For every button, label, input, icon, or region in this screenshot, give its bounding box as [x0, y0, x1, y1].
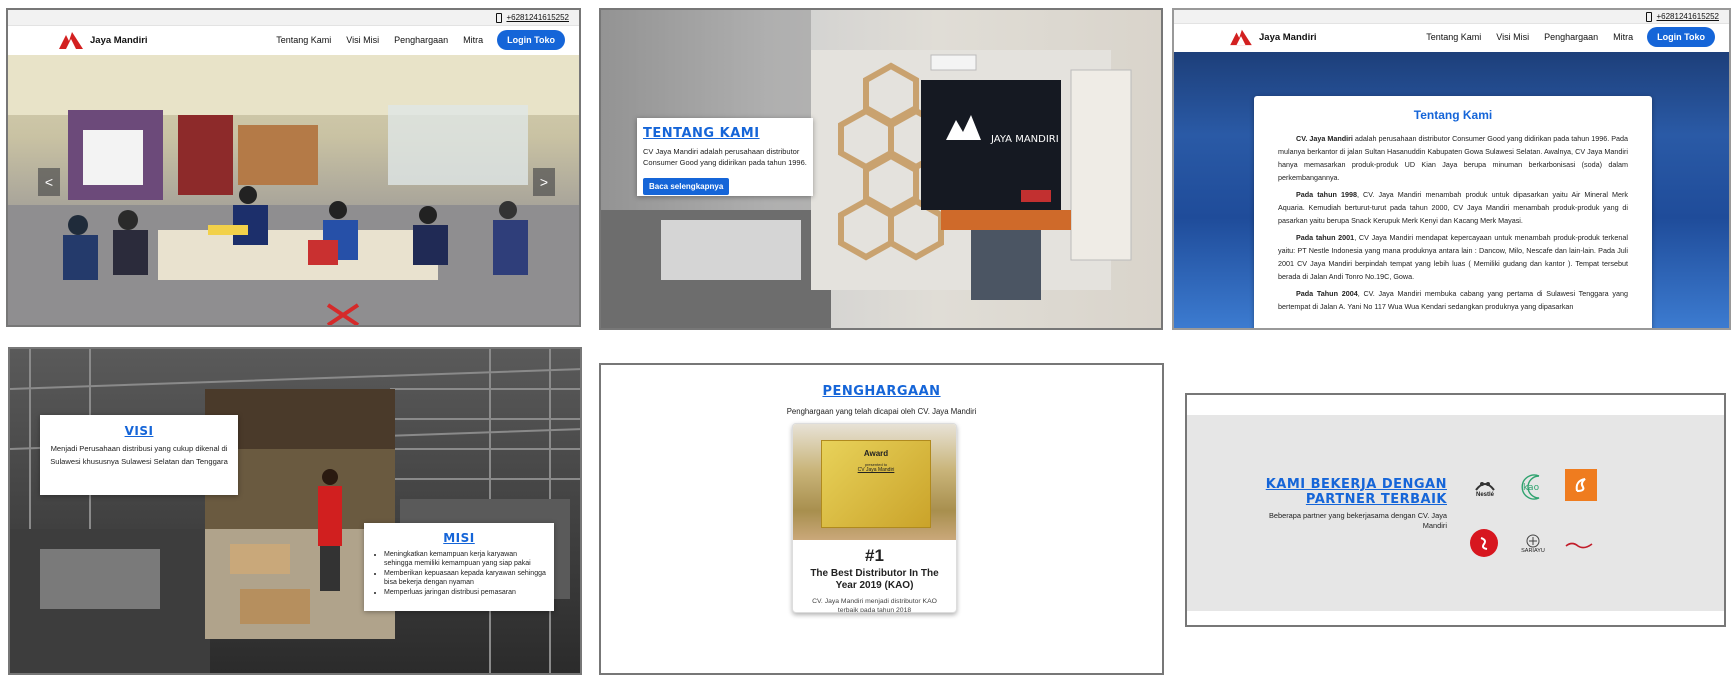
brand-logo[interactable]: Jaya Mandiri [1229, 28, 1317, 46]
about-paragraph-2: Pada tahun 1998, CV. Jaya Mandiri menamb… [1278, 188, 1628, 227]
misi-card: MISI Meningkatkan kemampuan kerja karyaw… [364, 523, 554, 611]
nestle-logo-label: Nestlé [1475, 492, 1494, 498]
penghargaan-screenshot: PENGHARGAAN Penghargaan yang telah dicap… [599, 363, 1164, 675]
login-button[interactable]: Login Toko [1647, 27, 1715, 47]
misi-item-3: Memperluas jaringan distribusi pemasaran [384, 588, 546, 597]
warehouse-grayscale-photo [10, 349, 580, 673]
brand-name: Jaya Mandiri [90, 34, 148, 46]
kao-logo-label: kao [1523, 483, 1540, 493]
award-plaque-title: Award [863, 449, 889, 458]
penghargaan-subtitle: Penghargaan yang telah dicapai oleh CV. … [786, 407, 977, 416]
tentang-hero-title: TENTANG KAMI [643, 126, 760, 141]
red-wordmark-icon [1565, 542, 1593, 549]
slider-prev-arrow[interactable]: < [38, 168, 60, 196]
red-brand-logo [1470, 529, 1498, 557]
award-card: Award presented to CV Jaya Mandiri #1 Th… [792, 423, 957, 613]
mitra-title: KAMI BEKERJA DENGAN PARTNER TERBAIK [1265, 477, 1447, 507]
nav-visi-misi[interactable]: Visi Misi [1496, 32, 1529, 42]
nav-tentang-kami[interactable]: Tentang Kami [276, 35, 331, 45]
nestle-logo: Nestlé [1467, 470, 1503, 504]
top-contact-bar: +6281241615252 [1174, 10, 1729, 24]
visi-text: Menjadi Perusahaan distribusi yang cukup… [50, 444, 228, 466]
office-team-photo: < > [8, 55, 579, 325]
nav-mitra[interactable]: Mitra [463, 35, 483, 45]
about-page-screenshot: +6281241615252 Jaya Mandiri Tentang Kami… [1172, 8, 1731, 330]
red-brand-icon [1480, 537, 1488, 550]
mitra-text: Beberapa partner yang bekerjasama dengan… [1268, 511, 1447, 530]
penghargaan-title: PENGHARGAAN [822, 384, 941, 399]
nav-mitra[interactable]: Mitra [1613, 32, 1633, 42]
misi-list: Meningkatkan kemampuan kerja karyawan se… [372, 550, 546, 597]
award-plaque-photo: Award presented to CV Jaya Mandiri [793, 424, 956, 540]
tentang-hero-text: CV Jaya Mandiri adalah perusahaan distri… [643, 147, 807, 167]
kao-logo: kao [1517, 473, 1551, 501]
orange-brand-logo [1565, 469, 1597, 501]
about-p3-bold: Pada tahun 2001 [1296, 233, 1355, 242]
wall-sign-text: JAYA MANDIRI [990, 134, 1059, 145]
orange-brand-icon [1575, 478, 1586, 492]
award-plaque: Award presented to CV Jaya Mandiri [821, 440, 931, 528]
nestle-nest-icon [1475, 482, 1495, 491]
kao-moon-icon: kao [1521, 474, 1540, 500]
nav-visi-misi[interactable]: Visi Misi [346, 35, 379, 45]
mitra-section: KAMI BEKERJA DENGAN PARTNER TERBAIK Bebe… [1187, 415, 1724, 611]
misi-item-2: Memberikan kepuasaan kepada karyawan seh… [384, 569, 546, 587]
about-p2-bold: Pada tahun 1998 [1296, 190, 1357, 199]
hero-slider-screenshot: +6281241615252 Jaya Mandiri Tentang Kami… [6, 8, 581, 327]
nav-penghargaan[interactable]: Penghargaan [394, 35, 448, 45]
award-rank: #1 [865, 546, 884, 565]
nav-penghargaan[interactable]: Penghargaan [1544, 32, 1598, 42]
misi-item-1: Meningkatkan kemampuan kerja karyawan se… [384, 550, 546, 568]
mountain-logo-icon [1230, 29, 1252, 46]
about-paragraph-3: Pada tahun 2001, CV Jaya Mandiri mendapa… [1278, 231, 1628, 283]
tentang-hero-screenshot: JAYA MANDIRI TENTANG KAMI CV Jaya Mandir… [599, 8, 1163, 330]
mitra-screenshot: KAMI BEKERJA DENGAN PARTNER TERBAIK Bebe… [1185, 393, 1726, 627]
sariayu-logo-label: SARIAYU [1521, 548, 1545, 554]
navbar: Jaya Mandiri Tentang Kami Visi Misi Peng… [8, 26, 579, 54]
slider-next-arrow[interactable]: > [533, 168, 555, 196]
tentang-hero-card: TENTANG KAMI CV Jaya Mandiri adalah peru… [637, 118, 813, 196]
phone-link[interactable]: +6281241615252 [1656, 12, 1719, 21]
award-plaque-name: CV Jaya Mandiri [857, 467, 895, 473]
top-contact-bar: +6281241615252 [8, 10, 579, 26]
sariayu-emblem-icon [1526, 534, 1540, 548]
slider-prev-label: < [44, 174, 54, 190]
about-p4-bold: Pada Tahun 2004 [1296, 289, 1358, 298]
misi-title: MISI [443, 531, 475, 545]
brand-name: Jaya Mandiri [1259, 31, 1317, 43]
mountain-logo-icon [59, 32, 83, 49]
visi-card: VISI Menjadi Perusahaan distribusi yang … [40, 415, 238, 495]
slider-next-label: > [539, 174, 549, 190]
phone-link[interactable]: +6281241615252 [506, 13, 569, 22]
read-more-button[interactable]: Baca selengkapnya [643, 178, 730, 195]
award-description: CV. Jaya Mandiri menjadi distributor KAO… [812, 598, 937, 613]
visi-title: VISI [124, 424, 154, 438]
brand-logo[interactable]: Jaya Mandiri [58, 30, 148, 50]
sariayu-logo: SARIAYU [1515, 529, 1551, 559]
about-card: Tentang Kami CV. Jaya Mandiri adalah per… [1254, 96, 1652, 328]
about-p1-bold: CV. Jaya Mandiri [1296, 134, 1353, 143]
about-title: Tentang Kami [1413, 108, 1493, 122]
phone-icon [496, 12, 503, 23]
award-title: The Best Distributor In The Year 2019 (K… [810, 568, 939, 591]
red-wordmark-logo [1559, 537, 1599, 553]
about-paragraph-4: Pada Tahun 2004, CV. Jaya Mandiri membuk… [1278, 287, 1628, 313]
nav-tentang-kami[interactable]: Tentang Kami [1426, 32, 1481, 42]
about-paragraph-1: CV. Jaya Mandiri adalah perusahaan distr… [1278, 132, 1628, 184]
phone-icon [1646, 11, 1653, 22]
navbar: Jaya Mandiri Tentang Kami Visi Misi Peng… [1174, 24, 1729, 50]
login-button[interactable]: Login Toko [497, 30, 565, 50]
visi-misi-screenshot: VISI Menjadi Perusahaan distribusi yang … [8, 347, 582, 675]
